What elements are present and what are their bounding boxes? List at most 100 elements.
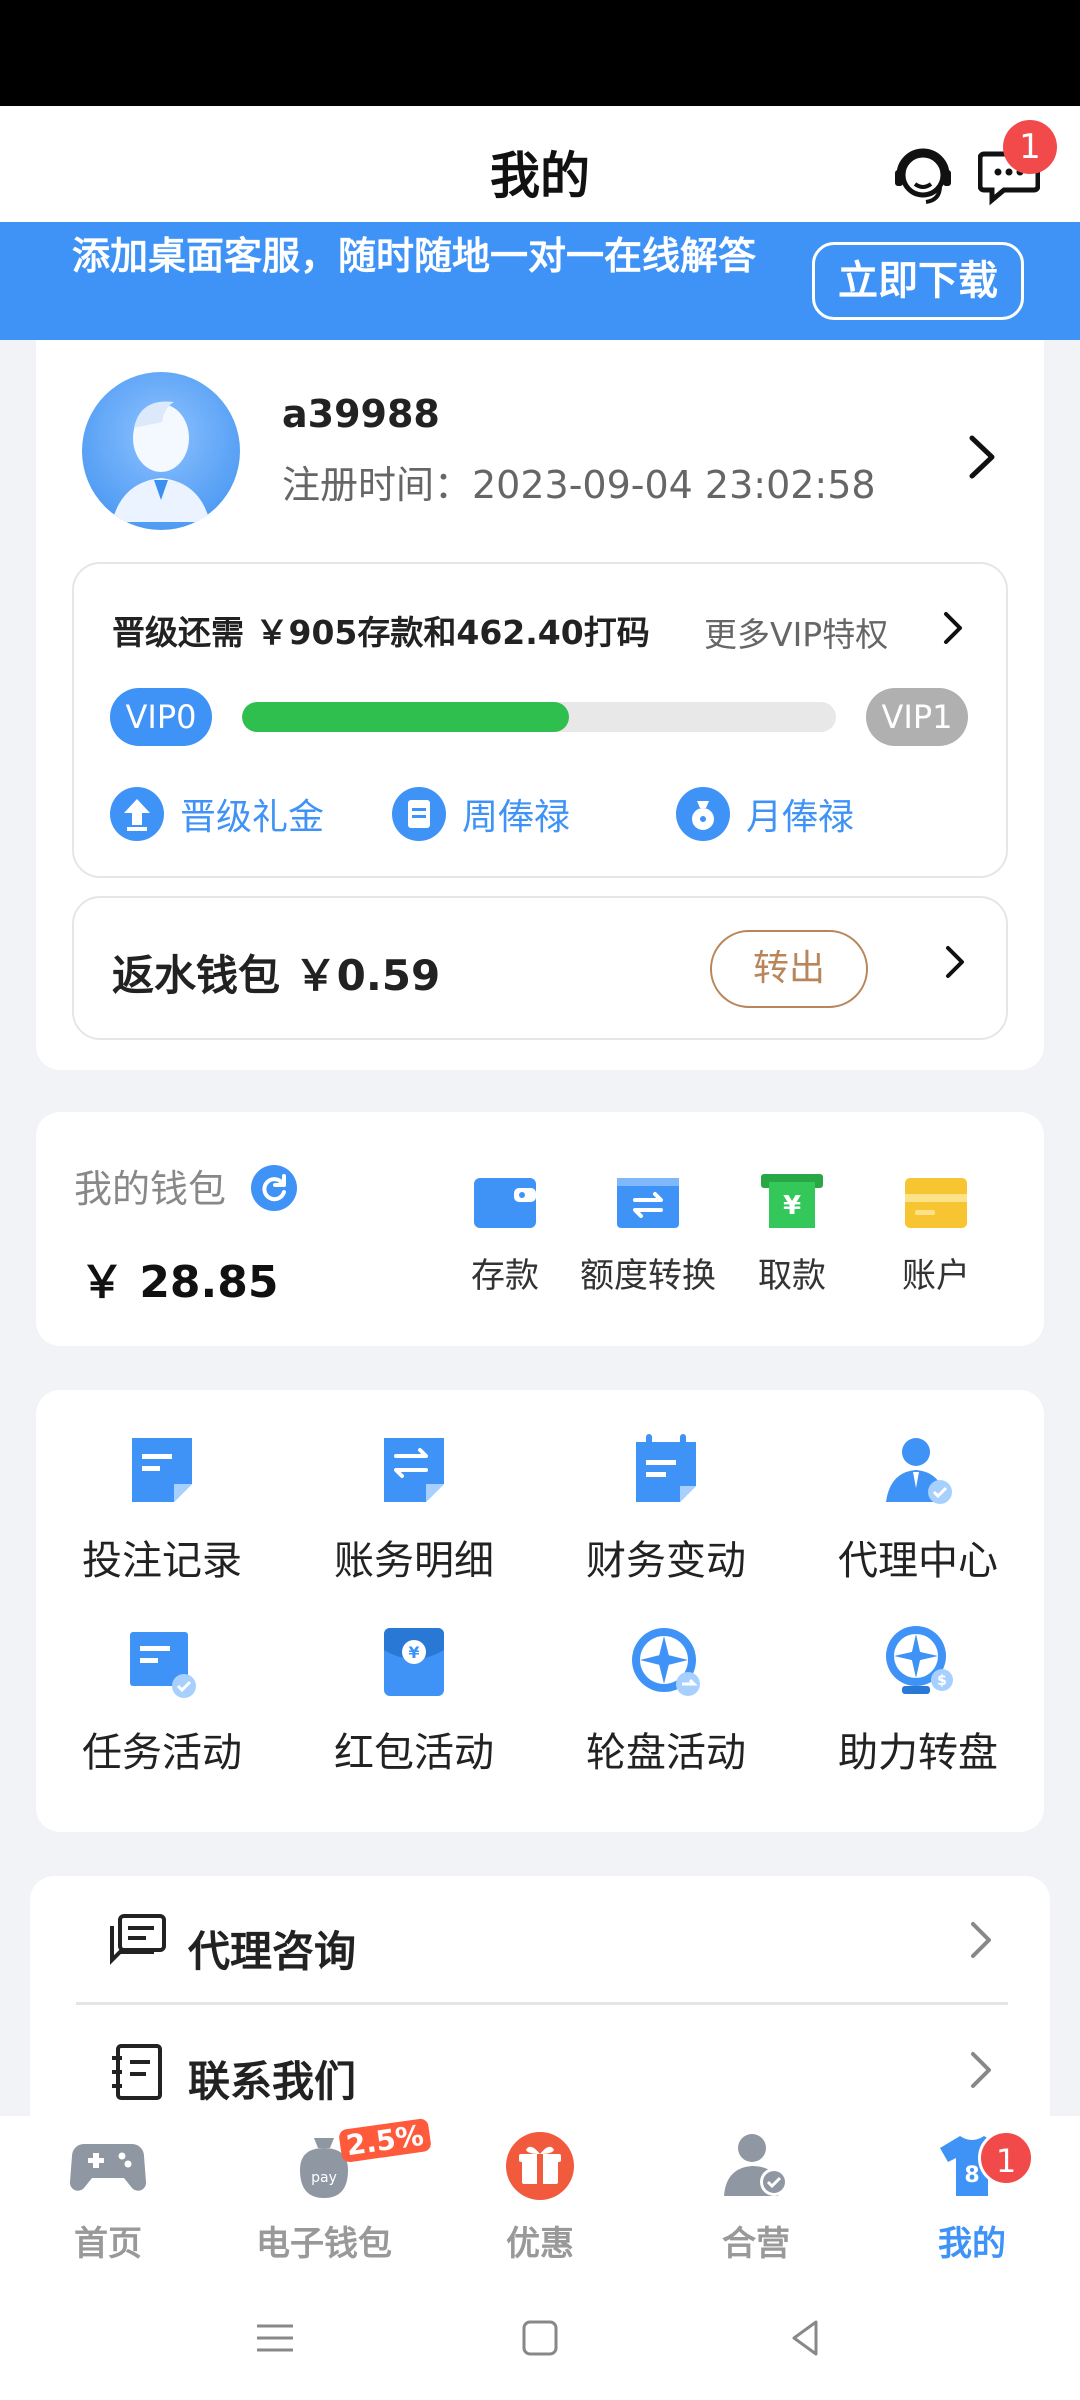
grid-label: 任务活动 [82,1730,242,1776]
current-vip-badge: VIP0 [110,688,212,746]
agent-center-icon [886,1438,952,1504]
withdraw-button[interactable]: ¥ 取款 [717,1172,867,1297]
deposit-button[interactable]: 存款 [430,1172,580,1297]
tab-label: 首页 [74,2224,142,2264]
username: a39988 [282,392,440,436]
avatar[interactable] [82,372,240,530]
contact-us-row[interactable]: 联系我们 [76,2008,1008,2128]
finance-change-item[interactable]: 财务变动 [546,1432,786,1586]
transfer-button[interactable]: 额度转换 [573,1172,723,1297]
perk-weekly-salary[interactable]: 周俸禄 [392,786,570,842]
message-badge: 1 [1003,120,1057,174]
bet-record-icon [132,1438,192,1502]
mine-tab-badge: 1 [978,2130,1034,2186]
deposit-card-icon [474,1178,536,1228]
roulette-icon [632,1628,700,1696]
grid-label: 财务变动 [586,1538,746,1584]
money-bag-icon [676,787,730,841]
divider [76,2002,1008,2005]
contact-icon [112,2044,162,2100]
grid-label: 账务明细 [334,1538,494,1584]
avatar-person-icon [112,401,210,522]
next-vip-badge: VIP1 [866,688,968,746]
customer-service-icon[interactable] [890,142,956,208]
vip-upgrade-requirement: 晋级还需 ￥905存款和462.40打码 [112,613,650,652]
chevron-right-icon [971,2052,991,2088]
transfer-icon [617,1178,679,1228]
chevron-right-icon[interactable] [962,432,1002,482]
upgrade-arrow-icon [110,787,164,841]
list-label: 代理咨询 [188,1927,357,1976]
tab-label: 优惠 [506,2224,574,2264]
account-label: 账户 [902,1256,970,1296]
withdraw-label: 取款 [758,1256,826,1296]
account-detail-item[interactable]: 账务明细 [294,1432,534,1586]
partner-user-icon [724,2134,788,2196]
task-activity-icon [130,1632,196,1698]
tab-promotions[interactable]: 优惠 [450,2130,630,2265]
download-banner: 添加桌面客服，随时随地一对一在线解答 立即下载 [0,222,1080,340]
account-card-icon [905,1178,967,1228]
perk-label: 周俸禄 [462,797,571,838]
gift-icon [506,2132,574,2200]
chevron-right-icon[interactable] [938,608,968,648]
prize-wheel-icon: $ [886,1626,953,1694]
home-square-icon[interactable] [510,2308,570,2368]
vip-progress-fill [242,702,569,732]
svg-text:¥: ¥ [783,1191,801,1221]
download-button[interactable]: 立即下载 [812,242,1024,320]
finance-change-icon [636,1434,696,1502]
task-activity-item[interactable]: 任务活动 [42,1624,282,1778]
svg-text:¥: ¥ [408,1643,419,1662]
menu-icon[interactable] [245,2308,305,2368]
agent-center-item[interactable]: 代理中心 [798,1432,1038,1586]
account-button[interactable]: 账户 [861,1172,1011,1297]
agent-consult-row[interactable]: 代理咨询 [76,1878,1008,1998]
perk-label: 晋级礼金 [180,797,325,838]
svg-text:8: 8 [964,2163,979,2188]
red-envelope-icon: ¥ [384,1628,444,1696]
tab-label: 我的 [938,2224,1006,2264]
tab-label: 电子钱包 [256,2224,392,2264]
grid-label: 助力转盘 [838,1730,998,1776]
svg-text:pay: pay [311,2170,337,2186]
status-bar [0,0,1080,106]
deposit-label: 存款 [471,1256,539,1296]
back-icon[interactable] [776,2308,836,2368]
gamepad-icon [69,2144,147,2191]
perk-label: 月俸禄 [746,797,855,838]
svg-text:$: $ [937,1673,947,1689]
bet-record-item[interactable]: 投注记录 [42,1432,282,1586]
vip-progress-bar [242,702,836,732]
transfer-out-button[interactable]: 转出 [710,930,868,1008]
more-vip-link[interactable]: 更多VIP特权 [704,608,888,656]
roulette-item[interactable]: 轮盘活动 [546,1624,786,1778]
perk-monthly-salary[interactable]: 月俸禄 [676,786,854,842]
grid-label: 代理中心 [838,1538,998,1584]
list-label: 联系我们 [188,2057,357,2106]
prize-wheel-item[interactable]: $ 助力转盘 [798,1624,1038,1778]
grid-label: 轮盘活动 [586,1730,746,1776]
tab-label: 合营 [722,2224,790,2264]
withdraw-atm-icon: ¥ [761,1174,823,1228]
wallet-label: 我的钱包 [74,1167,227,1211]
chevron-right-icon [971,1922,991,1958]
chat-icon [110,1914,166,1965]
refresh-icon[interactable] [250,1164,298,1212]
transfer-label: 额度转换 [580,1256,716,1296]
grid-label: 红包活动 [334,1730,494,1776]
grid-label: 投注记录 [82,1538,242,1584]
rebate-wallet-label: 返水钱包 ￥0.59 [112,951,441,1000]
wallet-balance: ￥ 28.85 [80,1257,279,1308]
tab-home[interactable]: 首页 [18,2130,198,2265]
tab-mine[interactable]: 8 我的 [882,2130,1062,2265]
banner-text: 添加桌面客服，随时随地一对一在线解答 [72,234,757,278]
register-time: 注册时间：2023-09-04 23:02:58 [282,463,876,507]
tab-partnership[interactable]: 合营 [666,2130,846,2265]
clipboard-icon [392,787,446,841]
perk-upgrade-bonus[interactable]: 晋级礼金 [110,786,324,842]
red-envelope-item[interactable]: ¥ 红包活动 [294,1624,534,1778]
header: 我的 1 [0,106,1080,222]
account-detail-icon [384,1438,444,1502]
chevron-right-icon[interactable] [940,942,970,982]
